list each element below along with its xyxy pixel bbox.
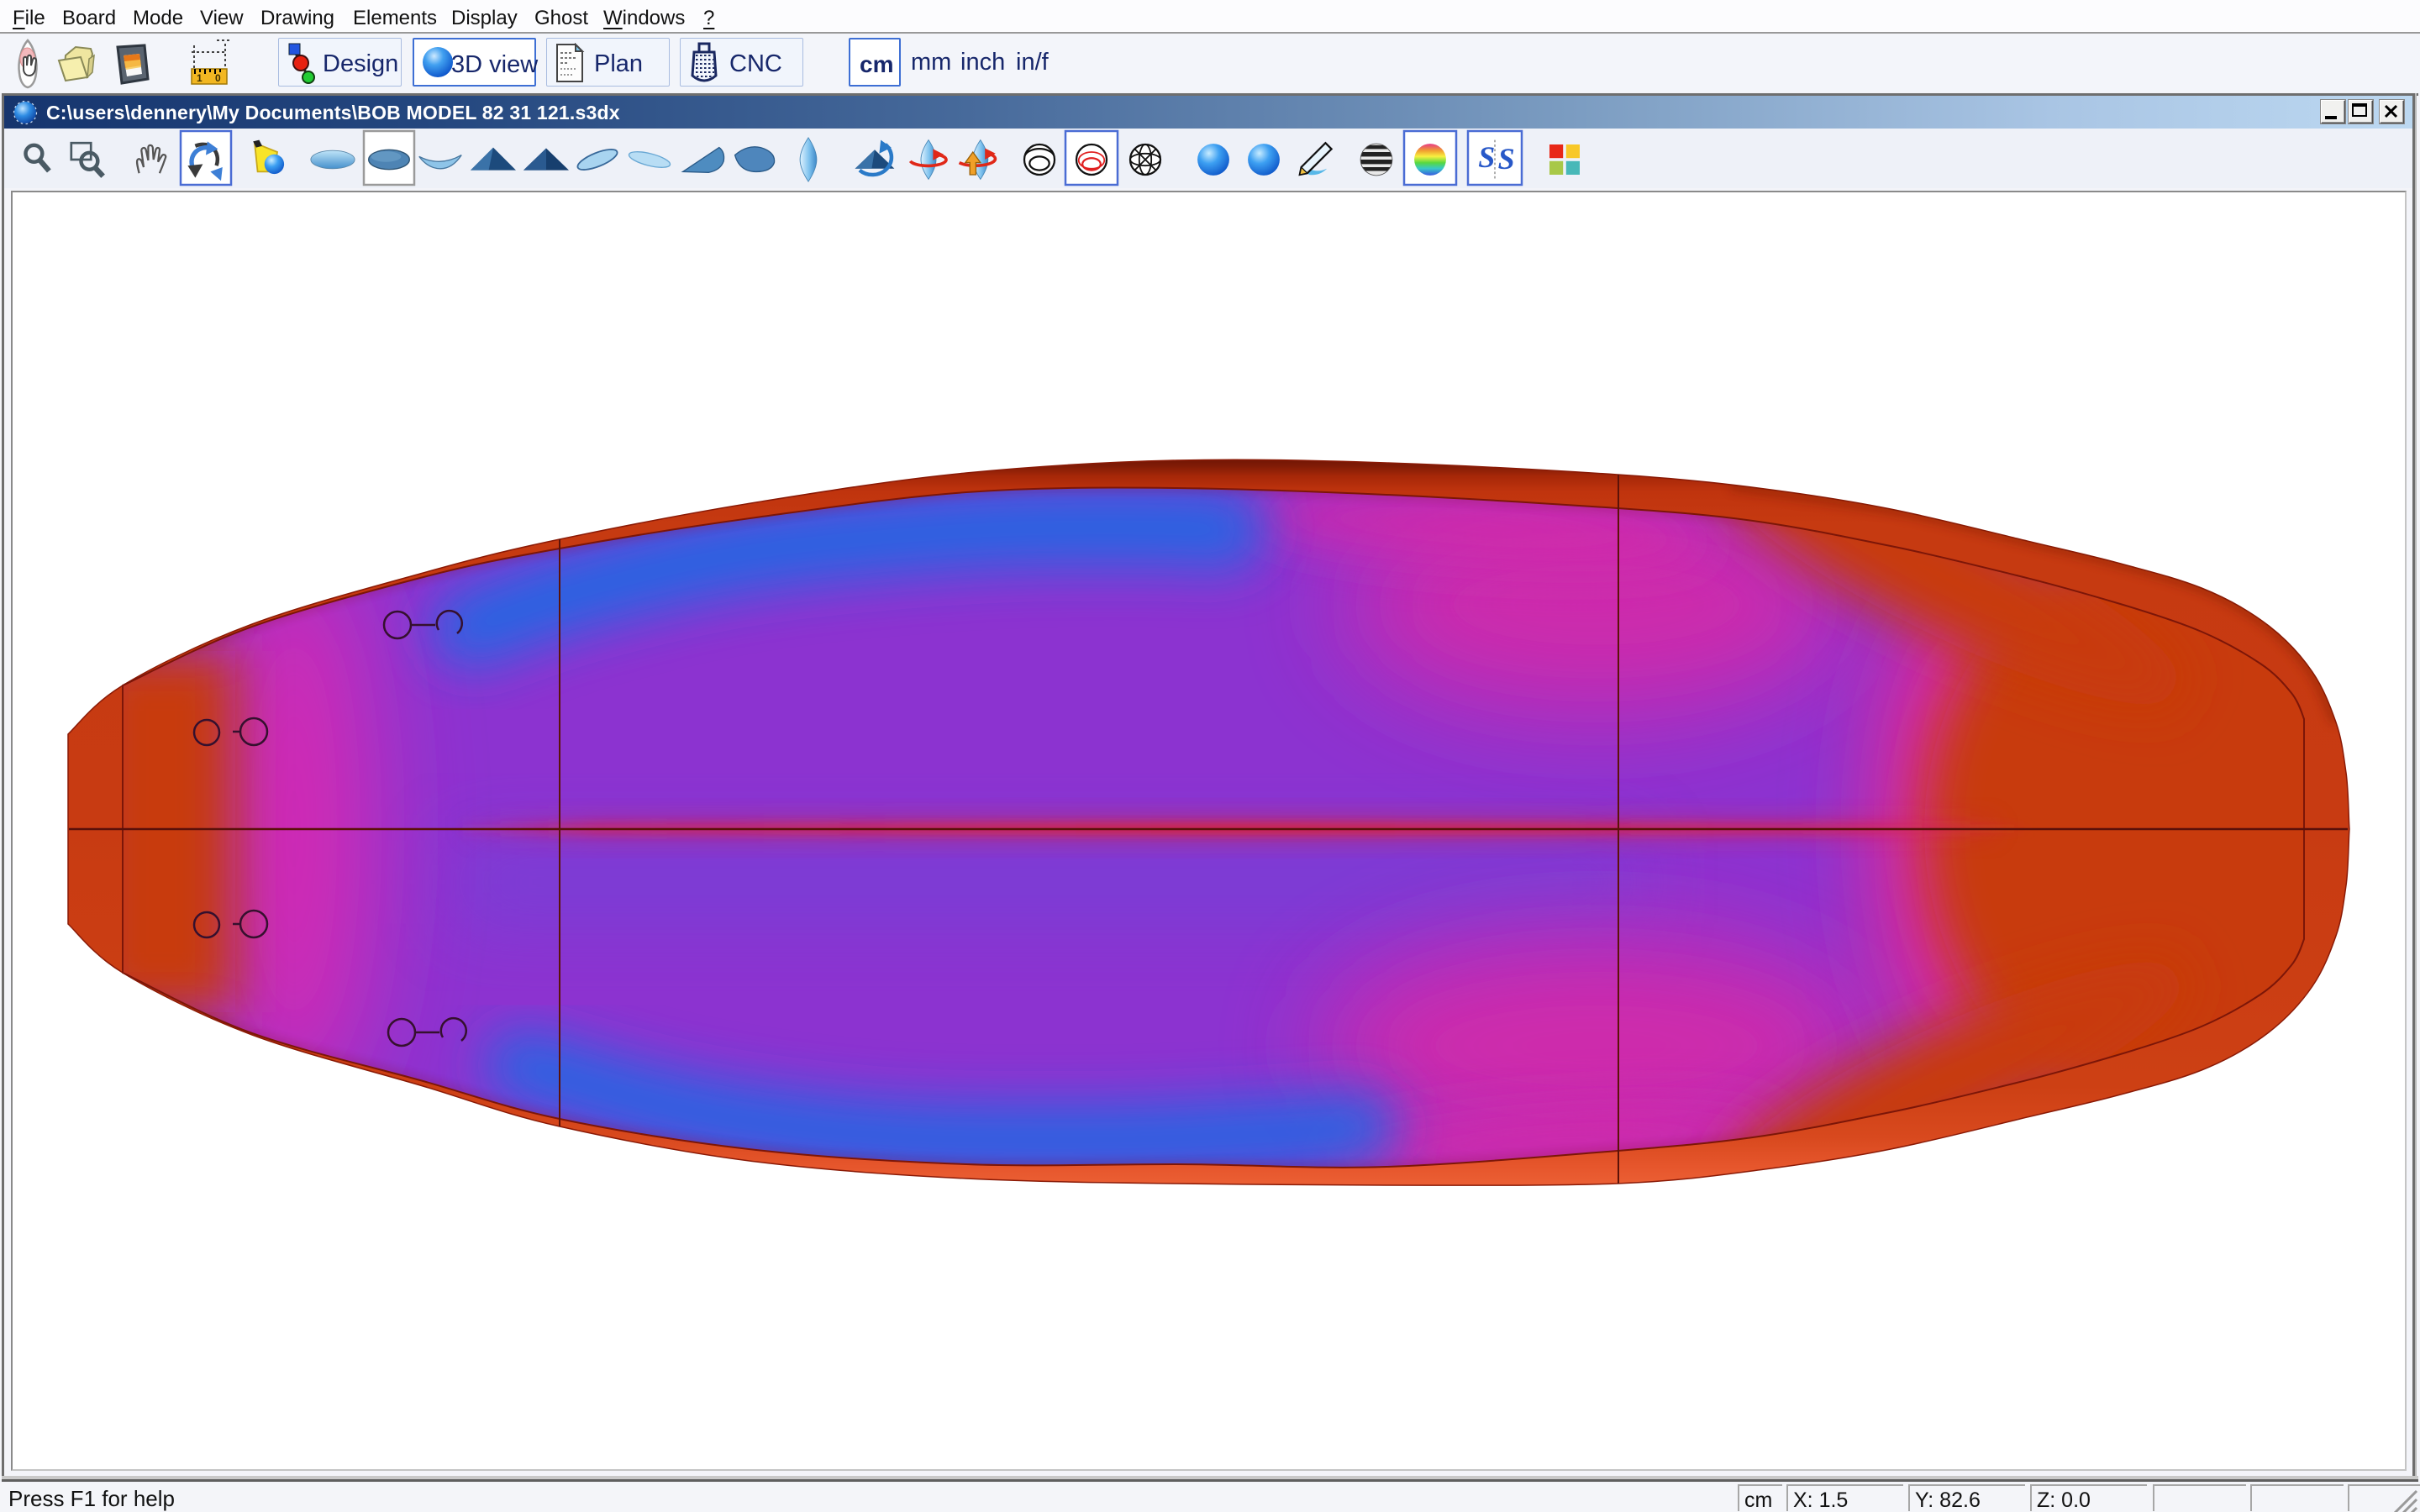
svg-text:1: 1 bbox=[197, 72, 203, 84]
svg-text:S: S bbox=[1478, 140, 1495, 174]
svg-text:0: 0 bbox=[215, 72, 221, 84]
svg-text:S: S bbox=[1498, 142, 1515, 176]
